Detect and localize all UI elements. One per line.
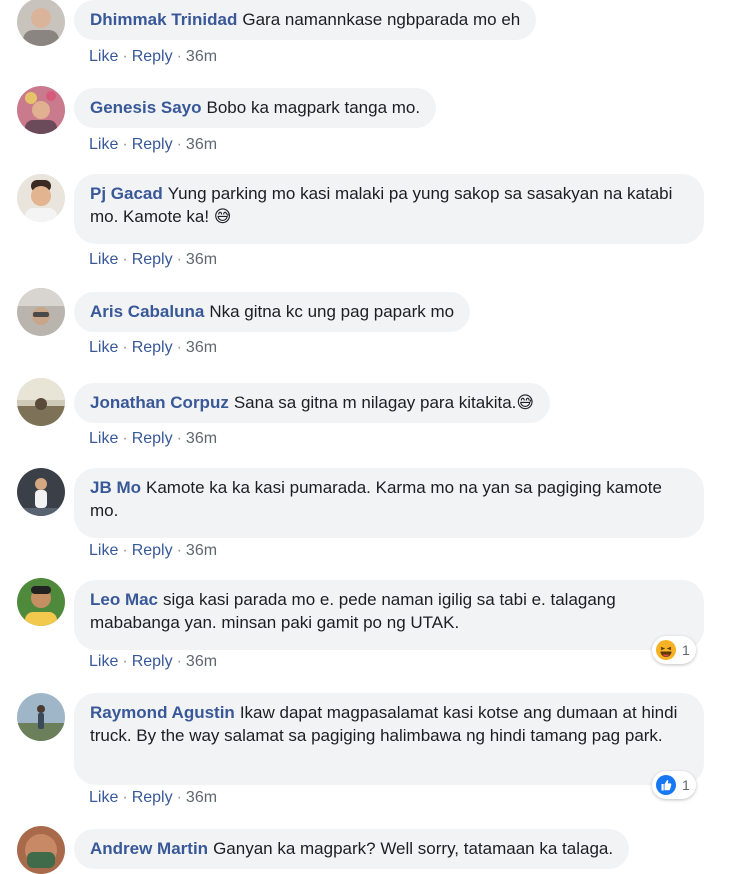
- comment-timestamp[interactable]: 36m: [186, 136, 217, 153]
- reply-link[interactable]: Reply: [132, 136, 173, 153]
- avatar[interactable]: [17, 0, 65, 46]
- reply-link[interactable]: Reply: [132, 789, 173, 806]
- like-link[interactable]: Like: [89, 789, 118, 806]
- comment-text: Gara namannkase ngbparada mo eh: [242, 10, 521, 29]
- comment-text: Nka gitna kc ung pag papark mo: [209, 302, 455, 321]
- avatar[interactable]: [17, 174, 65, 222]
- like-link[interactable]: Like: [89, 339, 118, 356]
- comment-timestamp[interactable]: 36m: [186, 430, 217, 447]
- reaction-count[interactable]: 1: [652, 636, 696, 664]
- comment-bubble: Raymond Agustin Ikaw dapat magpasalamat k…: [74, 693, 704, 785]
- comment-timestamp[interactable]: 36m: [186, 48, 217, 65]
- avatar[interactable]: [17, 693, 65, 741]
- comment-text: Kamote ka ka kasi pumarada. Karma mo na …: [90, 478, 662, 520]
- comment-bubble: Andrew Martin Ganyan ka magpark? Well sor…: [74, 829, 630, 869]
- reaction-count-label: 1: [682, 777, 690, 793]
- comment-timestamp[interactable]: 36m: [186, 339, 217, 356]
- like-reaction-icon: [655, 774, 677, 796]
- comment-actions: Like · Reply · 36m: [89, 542, 218, 559]
- comment-actions: Like · Reply · 36m: [89, 339, 218, 356]
- comment-author[interactable]: Genesis Sayo: [90, 98, 202, 117]
- avatar[interactable]: [17, 86, 65, 134]
- comment-bubble: Genesis Sayo Bobo ka magpark tanga mo.: [74, 88, 437, 128]
- comment-author[interactable]: JB Mo: [90, 478, 141, 497]
- reply-link[interactable]: Reply: [132, 251, 173, 268]
- comment-actions: Like · Reply · 36m: [89, 251, 218, 268]
- comment-actions: Like · Reply · 36m: [89, 789, 218, 806]
- comment-actions: Like · Reply · 36m: [89, 653, 218, 670]
- comment-bubble: Dhimmak Trinidad Gara namannkase ngbparad…: [74, 0, 537, 40]
- comment-bubble: Jonathan Corpuz Sana sa gitna m nilagay p…: [74, 383, 551, 423]
- comment-timestamp[interactable]: 36m: [186, 251, 217, 268]
- comment-text: Ganyan ka magpark? Well sorry, tatamaan …: [213, 839, 614, 858]
- comment-author[interactable]: Jonathan Corpuz: [90, 393, 229, 412]
- like-link[interactable]: Like: [89, 542, 118, 559]
- like-link[interactable]: Like: [89, 136, 118, 153]
- reply-link[interactable]: Reply: [132, 339, 173, 356]
- comment-bubble: Leo Mac siga kasi parada mo e. pede naman…: [74, 580, 704, 650]
- reaction-count-label: 1: [682, 642, 690, 658]
- comment-author[interactable]: Aris Cabaluna: [90, 302, 204, 321]
- avatar[interactable]: [17, 378, 65, 426]
- comment-timestamp[interactable]: 36m: [186, 542, 217, 559]
- avatar[interactable]: [17, 578, 65, 626]
- haha-reaction-icon: [655, 639, 677, 661]
- comment-author[interactable]: Andrew Martin: [90, 839, 208, 858]
- comment-author[interactable]: Dhimmak Trinidad: [90, 10, 237, 29]
- comment-actions: Like · Reply · 36m: [89, 48, 218, 65]
- comment-bubble: Pj Gacad Yung parking mo kasi malaki pa y…: [74, 174, 704, 244]
- comment-actions: Like · Reply · 36m: [89, 136, 218, 153]
- comment-text: Bobo ka magpark tanga mo.: [206, 98, 421, 117]
- comment-bubble: JB Mo Kamote ka ka kasi pumarada. Karma m…: [74, 468, 704, 538]
- like-link[interactable]: Like: [89, 653, 118, 670]
- like-link[interactable]: Like: [89, 48, 118, 65]
- comment-author[interactable]: Leo Mac: [90, 590, 158, 609]
- comment-text: Yung parking mo kasi malaki pa yung sako…: [90, 184, 673, 226]
- comment-bubble: Aris Cabaluna Nka gitna kc ung pag papark…: [74, 292, 471, 332]
- comment-timestamp[interactable]: 36m: [186, 653, 217, 670]
- avatar[interactable]: [17, 468, 65, 516]
- avatar[interactable]: [17, 288, 65, 336]
- reply-link[interactable]: Reply: [132, 653, 173, 670]
- comment-text: siga kasi parada mo e. pede naman igilig…: [90, 590, 616, 632]
- avatar[interactable]: [17, 826, 65, 874]
- reply-link[interactable]: Reply: [132, 430, 173, 447]
- reaction-count[interactable]: 1: [652, 771, 696, 799]
- comment-timestamp[interactable]: 36m: [186, 789, 217, 806]
- comment-author[interactable]: Pj Gacad: [90, 184, 163, 203]
- reply-link[interactable]: Reply: [132, 542, 173, 559]
- like-link[interactable]: Like: [89, 430, 118, 447]
- comment-author[interactable]: Raymond Agustin: [90, 703, 235, 722]
- like-link[interactable]: Like: [89, 251, 118, 268]
- comment-actions: Like · Reply · 36m: [89, 430, 218, 447]
- reply-link[interactable]: Reply: [132, 48, 173, 65]
- comment-text: Sana sa gitna m nilagay para kitakita.😅: [233, 393, 535, 412]
